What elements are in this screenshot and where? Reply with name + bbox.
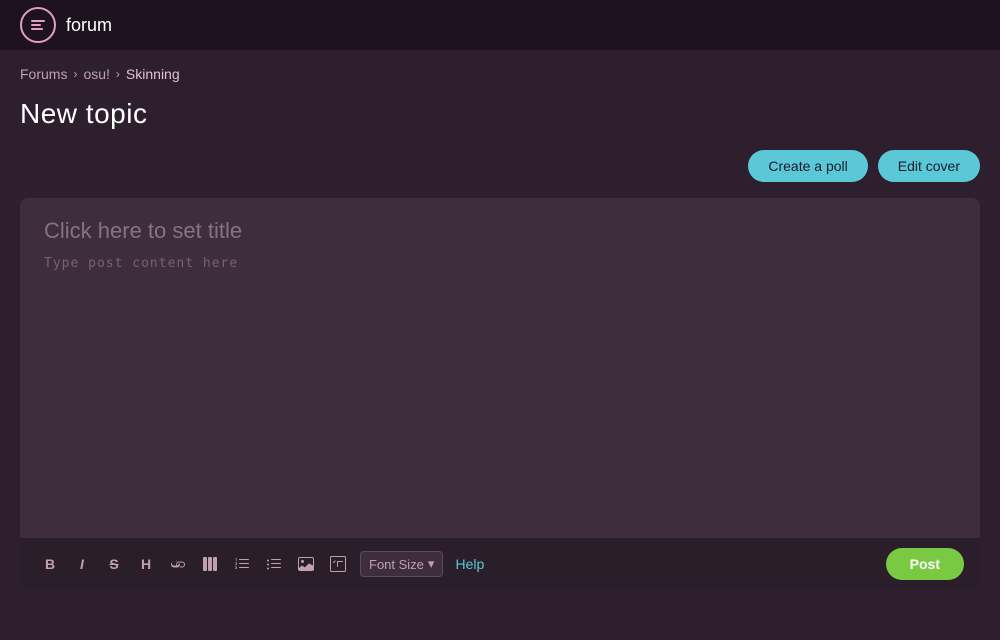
ordered-list-button[interactable] [228, 550, 256, 578]
columns-icon [202, 556, 218, 572]
editor-toolbar: B I S H [20, 538, 980, 590]
create-poll-button[interactable]: Create a poll [748, 150, 867, 182]
link-icon [170, 556, 186, 572]
help-link[interactable]: Help [455, 556, 484, 572]
bold-button[interactable]: B [36, 550, 64, 578]
breadcrumb-sep-1: › [73, 67, 77, 81]
editor-content-input[interactable]: Type post content here [44, 256, 956, 271]
unordered-list-icon [266, 556, 282, 572]
breadcrumb-skinning: Skinning [126, 66, 180, 82]
image-button[interactable] [292, 550, 320, 578]
link-button[interactable] [164, 550, 192, 578]
post-button[interactable]: Post [886, 548, 964, 580]
unordered-list-button[interactable] [260, 550, 288, 578]
italic-button[interactable]: I [68, 550, 96, 578]
editor-title-input[interactable]: Click here to set title [44, 218, 956, 244]
forum-logo-icon [20, 7, 56, 43]
spoiler-button[interactable] [324, 550, 352, 578]
font-size-label: Font Size [369, 557, 424, 572]
strikethrough-button[interactable]: S [100, 550, 128, 578]
ordered-list-icon [234, 556, 250, 572]
image-icon [298, 556, 314, 572]
edit-cover-button[interactable]: Edit cover [878, 150, 980, 182]
editor-container: Click here to set title Type post conten… [20, 198, 980, 590]
site-title: forum [66, 15, 112, 36]
font-size-dropdown[interactable]: Font Size ▾ [360, 551, 443, 577]
header: forum [0, 0, 1000, 50]
strikethrough-label: S [109, 556, 118, 572]
heading-button[interactable]: H [132, 550, 160, 578]
breadcrumb-forums[interactable]: Forums [20, 66, 67, 82]
breadcrumb-sep-2: › [116, 67, 120, 81]
columns-button[interactable] [196, 550, 224, 578]
breadcrumb-osu[interactable]: osu! [83, 66, 109, 82]
breadcrumb: Forums › osu! › Skinning [0, 50, 1000, 90]
font-size-chevron: ▾ [428, 556, 435, 572]
logo-container: forum [20, 7, 112, 43]
editor-content-area[interactable]: Click here to set title Type post conten… [20, 198, 980, 538]
page-title-bar: New topic [0, 90, 1000, 150]
action-buttons-row: Create a poll Edit cover [0, 150, 1000, 198]
page-title: New topic [20, 98, 980, 130]
spoiler-icon [330, 556, 346, 572]
